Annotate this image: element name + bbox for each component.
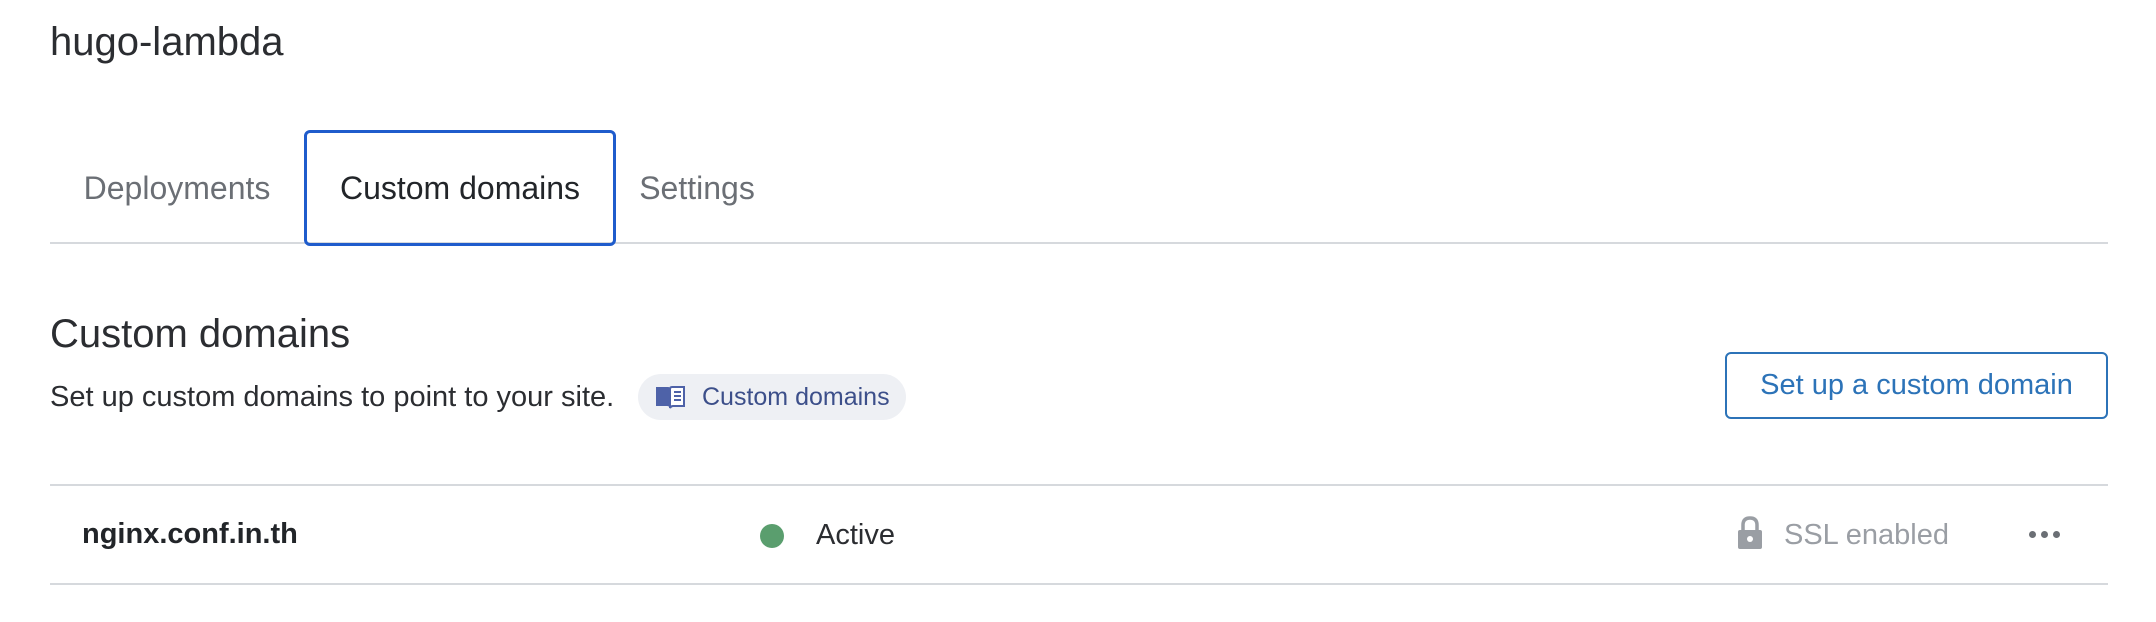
section-description: Set up custom domains to point to your s… — [50, 381, 615, 413]
tab-bar: Deployments Custom domains Settings — [50, 130, 2108, 246]
ssl-status: SSL enabled — [1784, 519, 1950, 551]
more-dot-icon — [2028, 530, 2036, 538]
tab-deployments[interactable]: Deployments — [50, 130, 304, 246]
domain-status: Active — [816, 519, 895, 551]
more-options-button[interactable] — [2020, 512, 2068, 556]
more-dot-icon — [2040, 530, 2048, 538]
lock-icon — [1736, 516, 1764, 555]
page: hugo-lambda Deployments Custom domains S… — [0, 0, 2156, 622]
docs-link-label: Custom domains — [702, 382, 890, 411]
project-title: hugo-lambda — [50, 20, 284, 64]
tab-settings[interactable]: Settings — [616, 130, 778, 246]
more-dot-icon — [2052, 530, 2060, 538]
docs-link-custom-domains[interactable]: Custom domains — [638, 374, 906, 420]
book-icon — [654, 384, 686, 410]
domain-row: nginx.conf.in.th Active SSL enabled — [50, 484, 2108, 585]
tab-custom-domains[interactable]: Custom domains — [304, 130, 616, 246]
setup-custom-domain-button[interactable]: Set up a custom domain — [1725, 352, 2108, 419]
status-dot-icon — [760, 524, 784, 548]
section-title: Custom domains — [50, 312, 351, 356]
domain-name[interactable]: nginx.conf.in.th — [82, 518, 298, 551]
